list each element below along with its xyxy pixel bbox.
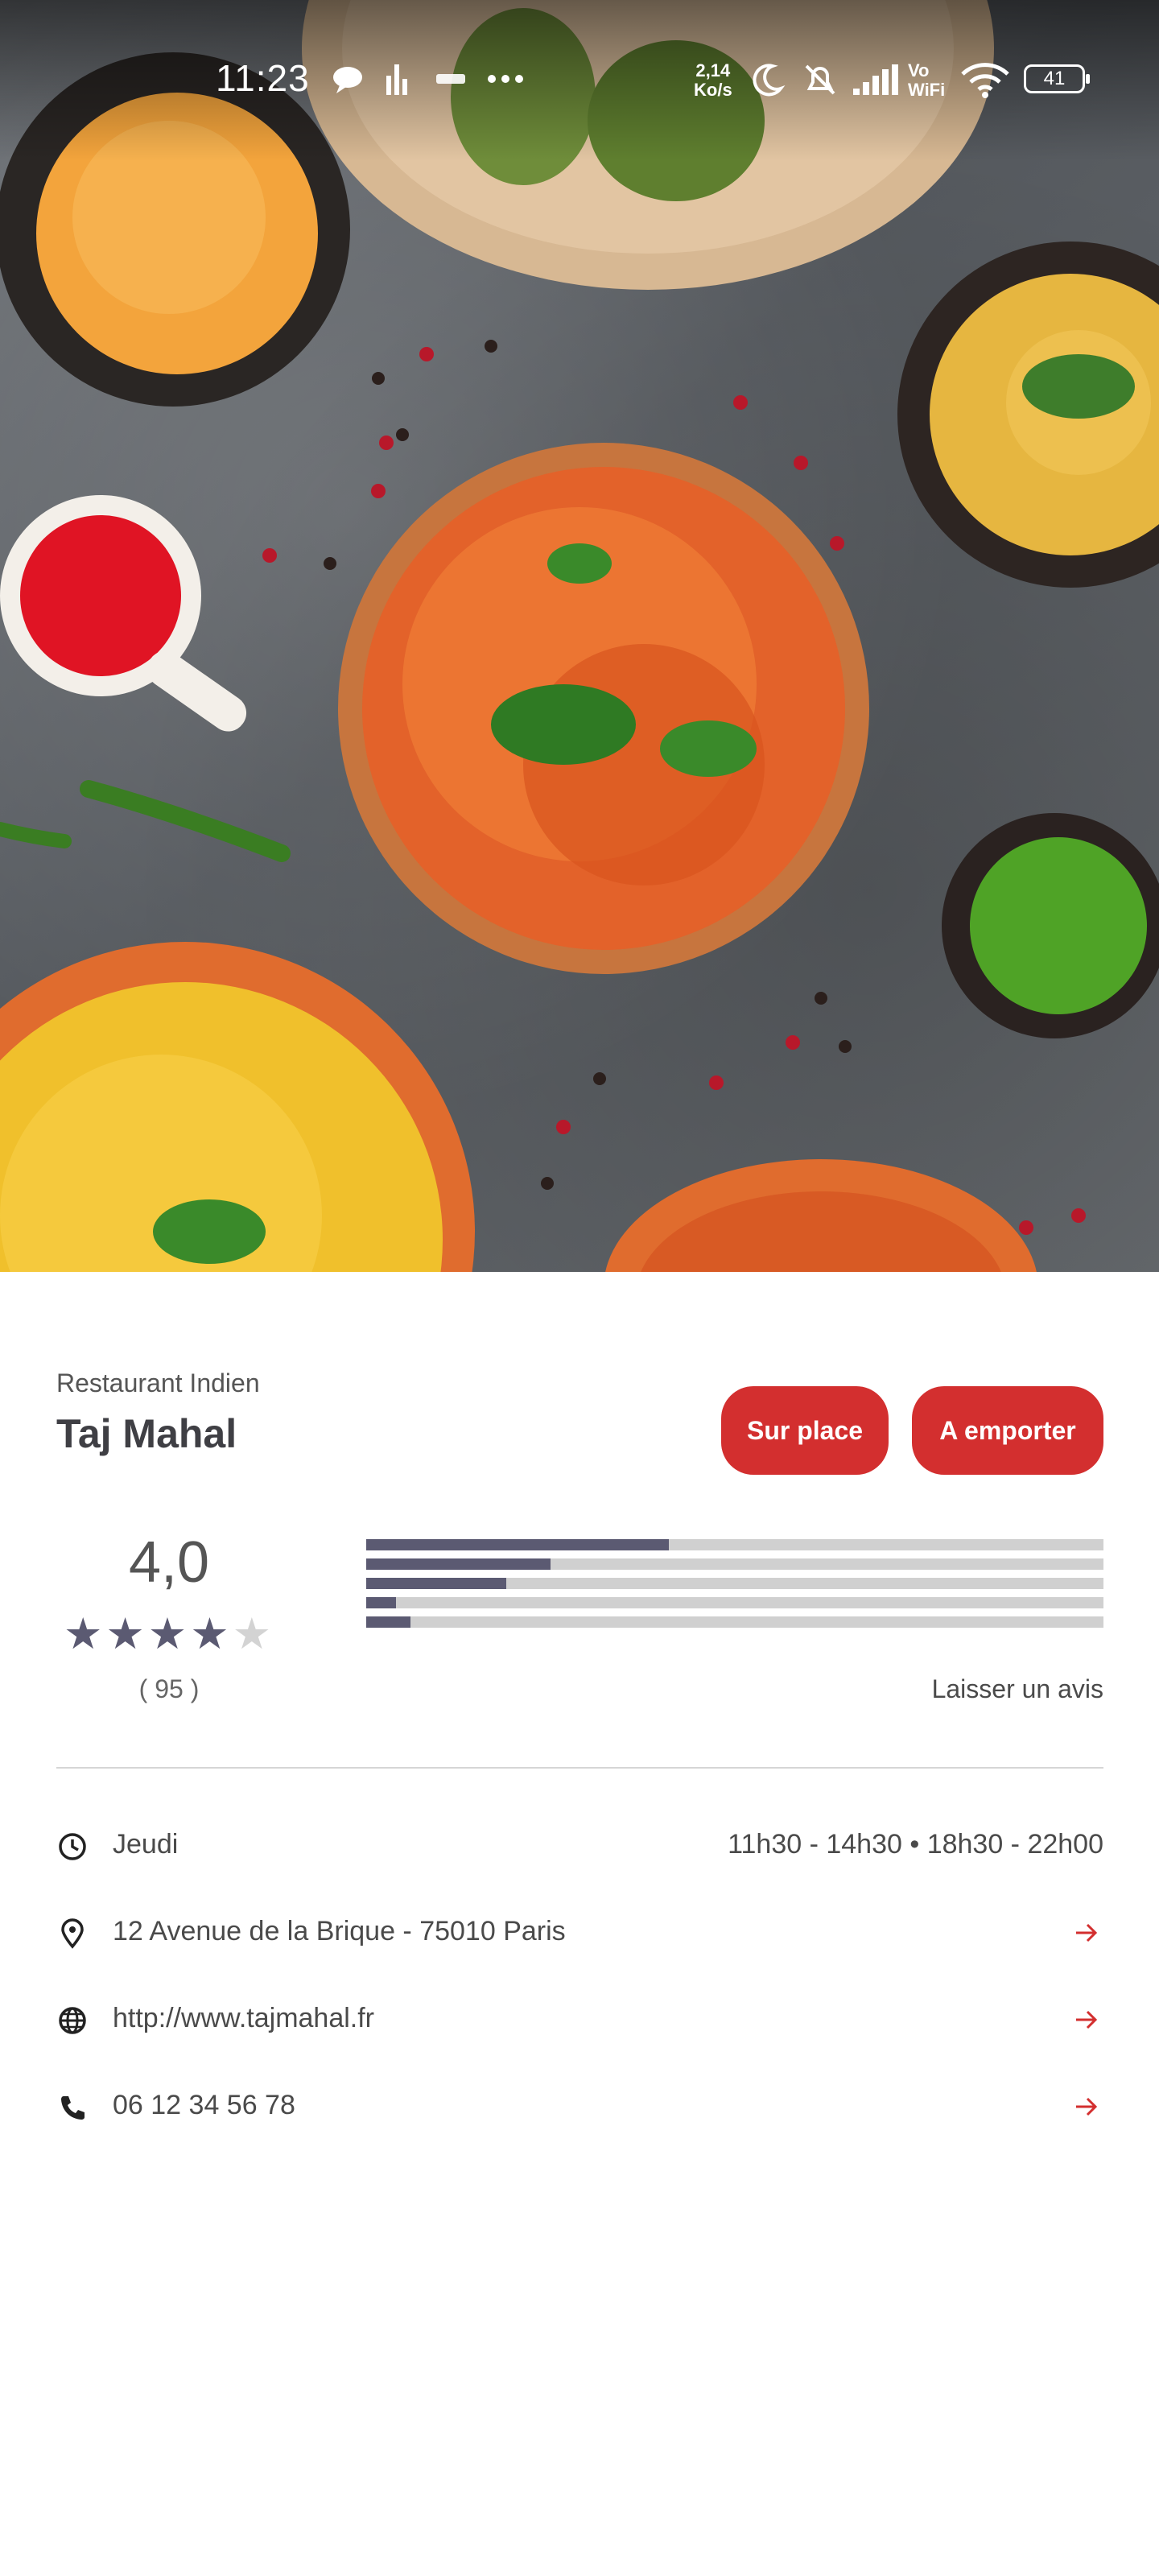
food-photo	[0, 0, 1159, 1272]
star-icon: ★	[63, 1610, 106, 1658]
opening-day: Jeudi	[113, 1829, 179, 1860]
star-icon: ★	[232, 1610, 275, 1658]
cell-signal-icon	[853, 64, 898, 95]
star-icon: ★	[190, 1610, 233, 1658]
chat-bubble-icon	[333, 67, 362, 93]
divider	[56, 1767, 1103, 1769]
rating-bar	[366, 1616, 1103, 1628]
rating-bar-fill	[366, 1597, 396, 1608]
dine-in-button[interactable]: Sur place	[721, 1386, 889, 1475]
opening-hours-row: Jeudi 11h30 - 14h30 • 18h30 - 22h00	[56, 1823, 1103, 1871]
moon-icon	[753, 64, 786, 97]
rating-bar-fill	[366, 1616, 410, 1628]
address-row[interactable]: 12 Avenue de la Brique - 75010 Paris	[56, 1909, 1103, 1958]
arrow-right-icon[interactable]	[1073, 1919, 1100, 1946]
rating-bar	[366, 1578, 1103, 1589]
more-dots-icon	[488, 75, 523, 83]
restaurant-name: Taj Mahal	[56, 1411, 237, 1456]
takeaway-button[interactable]: A emporter	[912, 1386, 1103, 1475]
status-time: 11:23	[216, 57, 310, 99]
phone-icon	[61, 2096, 85, 2120]
opening-hours: 11h30 - 14h30 • 18h30 - 22h00	[728, 1829, 1103, 1860]
star-icon: ★	[147, 1610, 191, 1658]
rating-bar-fill	[366, 1578, 507, 1589]
rating-bar	[366, 1558, 1103, 1570]
network-speed: 2,14 Ko/s	[694, 60, 732, 100]
rating-bar	[366, 1597, 1103, 1608]
rating-bar-fill	[366, 1558, 551, 1570]
rating-value: 4,0	[128, 1530, 210, 1595]
signal-bars-icon	[386, 64, 407, 95]
bell-off-icon	[805, 64, 835, 95]
clock-icon	[59, 1833, 86, 1860]
location-pin-icon	[61, 1918, 84, 1949]
wifi-icon	[961, 63, 1009, 98]
rating-bar-fill	[366, 1539, 669, 1550]
rating-bar	[366, 1539, 1103, 1550]
star-icon: ★	[105, 1610, 148, 1658]
globe-icon	[59, 2007, 86, 2034]
lam-icon	[436, 74, 465, 84]
restaurant-category: Restaurant Indien	[56, 1368, 260, 1397]
hero-food-image	[0, 0, 1159, 1272]
battery-icon: 41	[1024, 64, 1090, 93]
leave-review-link[interactable]: Laisser un avis	[932, 1674, 1103, 1704]
vowifi-indicator: Vo WiFi	[908, 60, 946, 100]
website-row[interactable]: http://www.tajmahal.fr	[56, 1996, 1103, 2045]
arrow-right-icon[interactable]	[1073, 2093, 1100, 2120]
phone-text: 06 12 34 56 78	[113, 2090, 295, 2120]
rating-count: ( 95 )	[138, 1674, 200, 1703]
arrow-right-icon[interactable]	[1073, 2006, 1100, 2033]
website-text: http://www.tajmahal.fr	[113, 2003, 375, 2033]
phone-row[interactable]: 06 12 34 56 78	[56, 2083, 1103, 2132]
status-bar: 11:23 2,14 Ko/s Vo WiFi 41	[0, 0, 1159, 161]
rating-distribution	[366, 1539, 1103, 1636]
address-text: 12 Avenue de la Brique - 75010 Paris	[113, 1916, 566, 1946]
rating-stars: ★★★★★	[56, 1608, 282, 1659]
